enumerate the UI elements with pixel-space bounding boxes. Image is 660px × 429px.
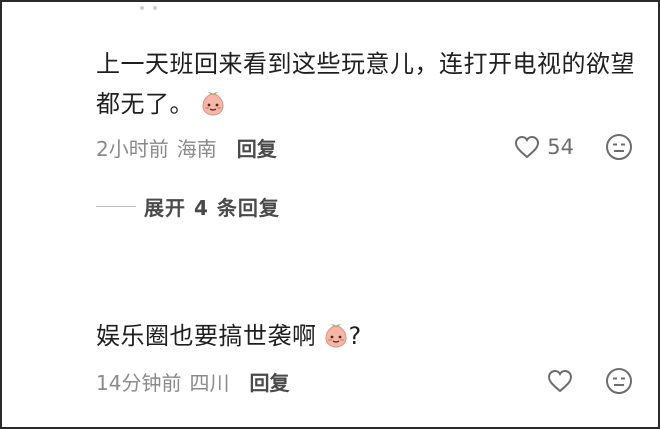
peach-face-emoji-icon (323, 321, 349, 348)
comment-body: 娱乐圈也要搞世袭啊 (96, 322, 317, 350)
divider-line (96, 206, 136, 207)
reply-button[interactable]: 回复 (249, 367, 289, 396)
like-count: 54 (547, 135, 574, 159)
reply-button[interactable]: 回复 (237, 133, 277, 162)
comment-suffix: ? (348, 322, 362, 350)
heart-outline-icon (515, 135, 540, 159)
meh-face-icon[interactable] (604, 366, 634, 396)
comment-location: 四川 (189, 370, 230, 395)
like-button[interactable]: 54 (513, 134, 574, 160)
peach-face-emoji-icon (200, 89, 226, 116)
comment-text: 娱乐圈也要搞世袭啊 ? (96, 316, 640, 356)
comment-text: 上一天班回来看到这些玩意儿，连打开电视的欲望都无了。 (96, 44, 640, 124)
comment-meta: 14分钟前 四川 回复 (96, 364, 640, 398)
comment-actions: 54 (513, 132, 634, 162)
comment-location: 海南 (176, 136, 217, 161)
comment-item: 上一天班回来看到这些玩意儿，连打开电视的欲望都无了。 2小时前 海南 回复 54 (96, 44, 640, 161)
top-dot (140, 6, 144, 10)
comment-item: 娱乐圈也要搞世袭啊 ? 14分钟前 四川 回复 (96, 316, 640, 395)
comment-actions (546, 366, 634, 396)
heart-outline-icon (547, 369, 573, 393)
expand-replies-button[interactable]: 展开 4 条回复 (96, 192, 280, 221)
comment-time: 14分钟前 (96, 370, 182, 395)
comment-time: 2小时前 (96, 136, 169, 161)
expand-replies-label: 展开 4 条回复 (144, 196, 280, 220)
comment-meta: 2小时前 海南 回复 54 (96, 130, 640, 164)
top-dot (153, 6, 157, 10)
comment-body: 上一天班回来看到这些玩意儿，连打开电视的欲望都无了。 (96, 50, 635, 118)
meh-face-icon[interactable] (604, 132, 634, 162)
like-button[interactable] (546, 368, 574, 394)
